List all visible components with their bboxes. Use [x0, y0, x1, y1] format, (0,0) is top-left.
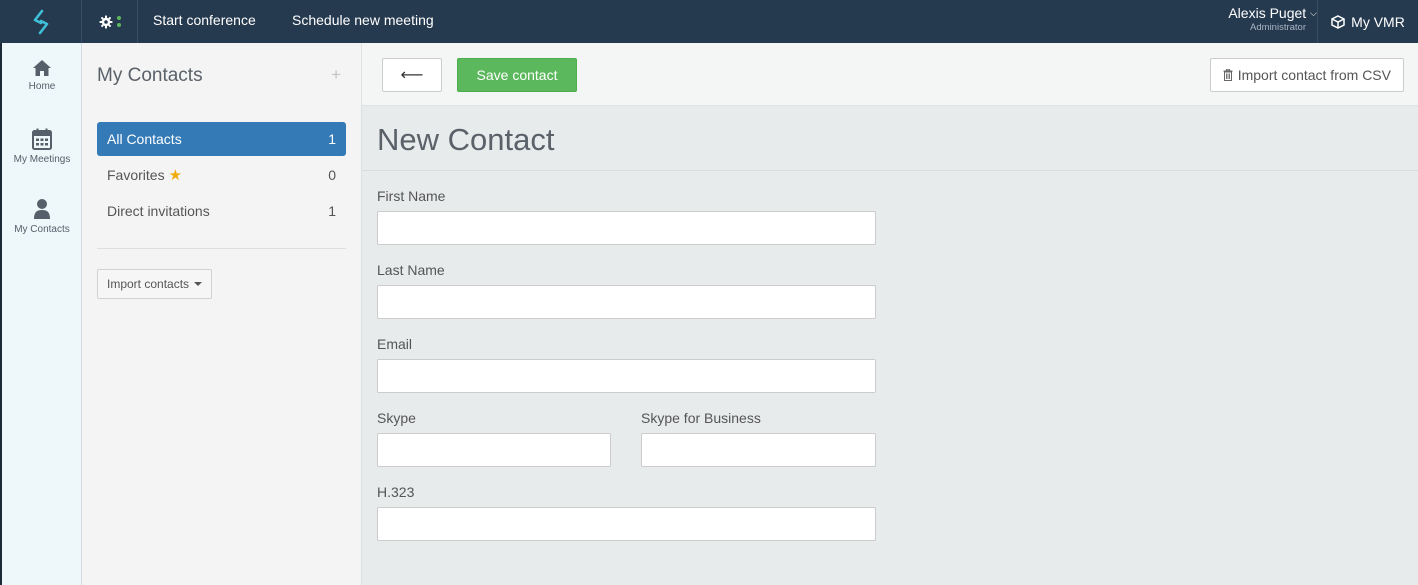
- list-item-favorites[interactable]: Favorites ★ 0: [97, 158, 346, 192]
- nav-my-contacts[interactable]: My Contacts: [2, 198, 82, 235]
- first-name-label: First Name: [377, 188, 446, 204]
- contacts-sidebar: My Contacts + All Contacts 1 Favorites ★ …: [82, 43, 362, 585]
- my-vmr-label: My VMR: [1351, 13, 1405, 30]
- save-contact-button[interactable]: Save contact: [457, 58, 577, 92]
- nav-home[interactable]: Home: [2, 59, 82, 92]
- start-conference-link[interactable]: Start conference: [153, 0, 256, 43]
- list-item-all-contacts[interactable]: All Contacts 1: [97, 122, 346, 156]
- user-menu[interactable]: Alexis Puget ⌵ Administrator: [1228, 5, 1317, 35]
- list-item-count: 1: [328, 203, 336, 219]
- add-group-button[interactable]: +: [331, 65, 341, 85]
- arrow-left-icon: ⟵: [400, 67, 424, 84]
- back-button[interactable]: ⟵: [382, 58, 442, 92]
- chevron-down-icon: ⌵: [1310, 8, 1317, 18]
- list-item-direct-invitations[interactable]: Direct invitations 1: [97, 194, 346, 228]
- list-item-label: Favorites: [107, 167, 165, 183]
- import-csv-label: Import contact from CSV: [1237, 67, 1391, 83]
- page-title: New Contact: [377, 122, 555, 157]
- logo-icon: [33, 9, 48, 34]
- my-vmr-button[interactable]: My VMR: [1317, 0, 1418, 43]
- sidebar-title: My Contacts: [97, 65, 203, 86]
- caret-down-icon: [194, 282, 203, 286]
- email-label: Email: [377, 336, 413, 352]
- gear-icon: [99, 15, 112, 28]
- import-csv-button[interactable]: Import contact from CSV: [1209, 58, 1404, 92]
- left-nav: Home My Meetings My Contacts: [0, 43, 82, 585]
- skype-label: Skype: [377, 410, 416, 426]
- divider: [362, 170, 1418, 171]
- star-icon: ★: [168, 167, 183, 184]
- user-name: Alexis Puget: [1228, 5, 1307, 21]
- nav-home-label: Home: [28, 81, 56, 92]
- skype-field[interactable]: [377, 433, 611, 467]
- user-role: Administrator: [1250, 22, 1306, 33]
- h323-field[interactable]: [377, 507, 876, 541]
- app-logo[interactable]: [0, 0, 82, 43]
- calendar-icon: [32, 128, 52, 150]
- form-toolbar: ⟵ Save contact Import contact from CSV: [362, 43, 1418, 106]
- settings-button[interactable]: [82, 0, 138, 43]
- last-name-field[interactable]: [377, 285, 876, 319]
- status-dots-icon: [116, 16, 121, 27]
- list-item-count: 0: [328, 167, 336, 183]
- skype-business-field[interactable]: [641, 433, 876, 467]
- list-item-count: 1: [328, 131, 336, 147]
- h323-label: H.323: [377, 484, 415, 500]
- list-item-label: All Contacts: [107, 131, 182, 147]
- home-icon: [33, 60, 51, 76]
- first-name-field[interactable]: [377, 211, 876, 245]
- nav-my-contacts-label: My Contacts: [14, 224, 70, 235]
- top-bar: Start conference Schedule new meeting Al…: [0, 0, 1418, 43]
- import-contacts-dropdown[interactable]: Import contacts: [97, 269, 213, 299]
- schedule-meeting-link[interactable]: Schedule new meeting: [292, 0, 434, 43]
- email-field[interactable]: [377, 359, 876, 393]
- last-name-label: Last Name: [377, 262, 445, 278]
- nav-my-meetings-label: My Meetings: [13, 154, 71, 165]
- user-icon: [34, 199, 50, 219]
- nav-my-meetings[interactable]: My Meetings: [2, 128, 82, 165]
- cube-icon: [1331, 14, 1345, 29]
- trash-icon: [1223, 69, 1233, 81]
- import-contacts-label: Import contacts: [107, 277, 190, 291]
- divider: [97, 248, 346, 249]
- list-item-label: Direct invitations: [107, 203, 210, 219]
- skype-business-label: Skype for Business: [641, 410, 761, 426]
